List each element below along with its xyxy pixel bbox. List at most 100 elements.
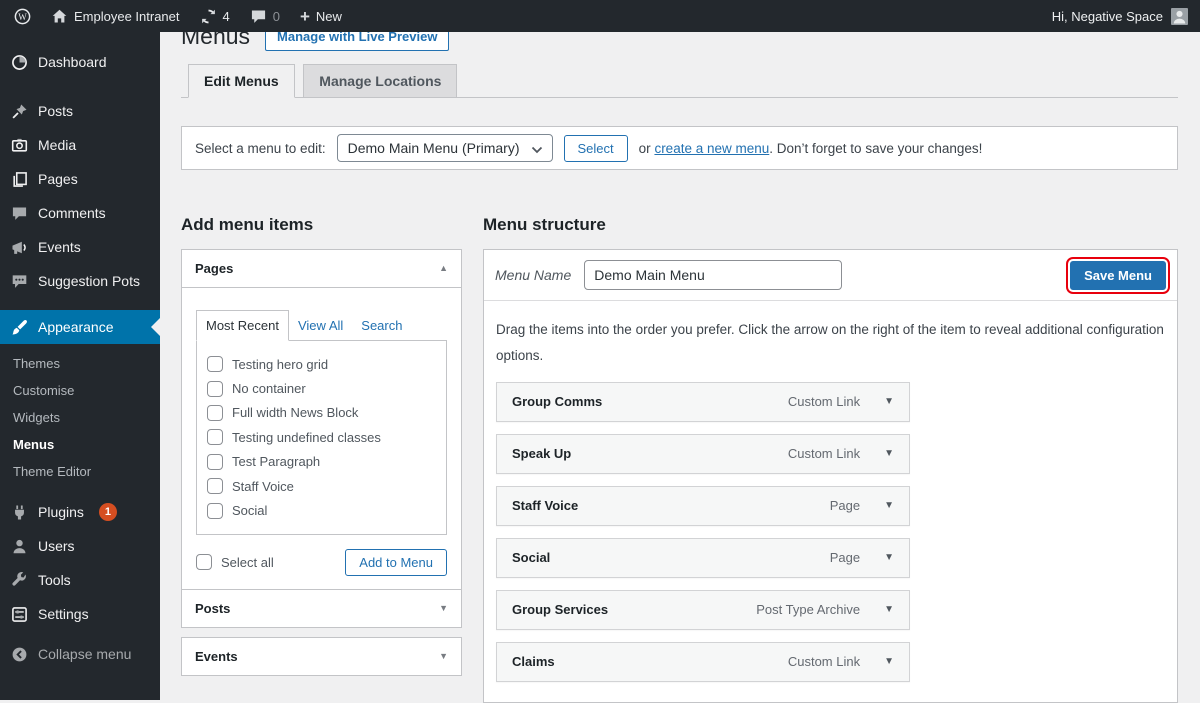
page-checkbox[interactable] <box>207 405 223 421</box>
submenu-item-customise[interactable]: Customise <box>0 377 160 404</box>
menu-item-group-comms[interactable]: Group Comms Custom Link ▼ <box>496 382 910 422</box>
comments-count: 0 <box>273 9 280 24</box>
user-icon <box>11 538 28 555</box>
sidebar-item-users[interactable]: Users <box>0 529 160 563</box>
plug-icon <box>11 504 28 521</box>
page-checkbox[interactable] <box>207 454 223 470</box>
menu-item-claims[interactable]: Claims Custom Link ▼ <box>496 642 910 682</box>
sidebar-item-label: Plugins <box>38 504 84 520</box>
updates-count: 4 <box>223 9 230 24</box>
page-checkbox-row: Full width News Block <box>207 401 436 425</box>
tab-search[interactable]: Search <box>352 311 411 340</box>
menu-select-bar: Select a menu to edit: Demo Main Menu (P… <box>181 126 1178 170</box>
submenu-item-theme-editor[interactable]: Theme Editor <box>0 458 160 485</box>
posts-accordion-header[interactable]: Posts ▼ <box>181 589 462 628</box>
sidebar-item-posts[interactable]: Posts <box>0 94 160 128</box>
expand-item-icon[interactable]: ▼ <box>884 552 894 563</box>
select-all-row: Select all Add to Menu <box>196 549 447 576</box>
pages-icon <box>11 171 28 188</box>
page-checkbox[interactable] <box>207 503 223 519</box>
menu-name-input[interactable] <box>584 260 842 290</box>
new-content-menu[interactable]: + New <box>290 0 352 32</box>
user-greeting: Hi, Negative Space <box>1052 9 1163 24</box>
select-menu-button[interactable]: Select <box>564 135 628 162</box>
menu-item-group-services[interactable]: Group Services Post Type Archive ▼ <box>496 590 910 630</box>
sidebar-item-pages[interactable]: Pages <box>0 162 160 196</box>
sidebar-item-dashboard[interactable]: Dashboard <box>0 45 160 79</box>
page-checkbox[interactable] <box>207 356 223 372</box>
sidebar-item-tools[interactable]: Tools <box>0 563 160 597</box>
sidebar-separator <box>0 79 160 94</box>
page-checkbox[interactable] <box>207 429 223 445</box>
submenu-item-widgets[interactable]: Widgets <box>0 404 160 431</box>
account-menu[interactable]: Hi, Negative Space <box>1052 8 1200 25</box>
collapse-menu-button[interactable]: Collapse menu <box>0 637 160 671</box>
add-to-menu-button[interactable]: Add to Menu <box>345 549 447 576</box>
create-new-menu-link[interactable]: create a new menu <box>654 141 769 156</box>
sidebar-item-label: Suggestion Pots <box>38 273 140 289</box>
menu-item-type: Page <box>830 498 860 513</box>
menu-item-social[interactable]: Social Page ▼ <box>496 538 910 578</box>
menu-item-type: Custom Link <box>788 394 860 409</box>
sidebar-item-events[interactable]: Events <box>0 230 160 264</box>
page-checkbox-row: Testing undefined classes <box>207 425 436 449</box>
comments-link[interactable]: 0 <box>240 0 290 32</box>
chevron-down-icon <box>531 146 543 154</box>
menu-structure-heading: Menu structure <box>483 214 1178 235</box>
sidebar-item-label: Pages <box>38 171 78 187</box>
main-content: Screen Options ▼ Help ▼ Menus Manage wit… <box>160 0 1200 703</box>
sidebar-item-comments[interactable]: Comments <box>0 196 160 230</box>
events-accordion-header[interactable]: Events ▼ <box>181 637 462 676</box>
sidebar-item-suggestion-pots[interactable]: Suggestion Pots <box>0 264 160 298</box>
wordpress-logo-menu[interactable] <box>4 0 41 32</box>
sidebar-item-appearance[interactable]: Appearance <box>0 310 160 344</box>
page-checkbox-label: No container <box>232 381 306 396</box>
updates-link[interactable]: 4 <box>190 0 240 32</box>
sidebar-item-label: Events <box>38 239 81 255</box>
save-menu-button[interactable]: Save Menu <box>1070 261 1166 290</box>
new-label: New <box>316 9 342 24</box>
expand-item-icon[interactable]: ▼ <box>884 604 894 615</box>
tab-most-recent[interactable]: Most Recent <box>196 310 289 341</box>
page-checkbox[interactable] <box>207 381 223 397</box>
expand-item-icon[interactable]: ▼ <box>884 396 894 407</box>
menu-item-label: Group Comms <box>512 394 788 409</box>
tab-view-all[interactable]: View All <box>289 311 352 340</box>
page-checkbox[interactable] <box>207 478 223 494</box>
menu-item-type: Post Type Archive <box>756 602 860 617</box>
site-name-link[interactable]: Employee Intranet <box>41 0 190 32</box>
sidebar-item-label: Dashboard <box>38 54 107 70</box>
submenu-item-menus[interactable]: Menus <box>0 431 160 458</box>
expand-item-icon[interactable]: ▼ <box>884 448 894 459</box>
submenu-item-themes[interactable]: Themes <box>0 350 160 377</box>
sidebar-item-label: Media <box>38 137 76 153</box>
sidebar-item-media[interactable]: Media <box>0 128 160 162</box>
menu-item-speak-up[interactable]: Speak Up Custom Link ▼ <box>496 434 910 474</box>
sidebar-item-label: Comments <box>38 205 106 221</box>
sidebar-item-plugins[interactable]: Plugins 1 <box>0 495 160 529</box>
page-checkbox-label: Testing undefined classes <box>232 430 381 445</box>
expand-item-icon[interactable]: ▼ <box>884 656 894 667</box>
page-checkbox-label: Staff Voice <box>232 479 294 494</box>
updates-icon <box>200 8 217 25</box>
menu-item-label: Claims <box>512 654 788 669</box>
menu-item-label: Group Services <box>512 602 756 617</box>
menu-select-value: Demo Main Menu (Primary) <box>348 140 520 156</box>
sidebar-item-settings[interactable]: Settings <box>0 597 160 631</box>
pages-accordion-header[interactable]: Pages ▲ <box>182 250 461 287</box>
sidebar-item-label: Posts <box>38 103 73 119</box>
tab-manage-locations[interactable]: Manage Locations <box>303 64 457 98</box>
menu-item-label: Social <box>512 550 830 565</box>
current-menu-arrow <box>151 318 160 336</box>
page-checkbox-label: Full width News Block <box>232 405 358 420</box>
select-all-label: Select all <box>221 555 274 570</box>
menu-item-staff-voice[interactable]: Staff Voice Page ▼ <box>496 486 910 526</box>
page-tabs: Edit Menus Manage Locations <box>181 64 1178 98</box>
menu-select-dropdown[interactable]: Demo Main Menu (Primary) <box>337 134 553 162</box>
expand-item-icon[interactable]: ▼ <box>884 500 894 511</box>
page-checkbox-label: Test Paragraph <box>232 454 320 469</box>
select-all-checkbox[interactable] <box>196 554 212 570</box>
pin-icon <box>11 103 28 120</box>
sidebar-item-label: Appearance <box>38 319 114 335</box>
tab-edit-menus[interactable]: Edit Menus <box>188 64 295 98</box>
